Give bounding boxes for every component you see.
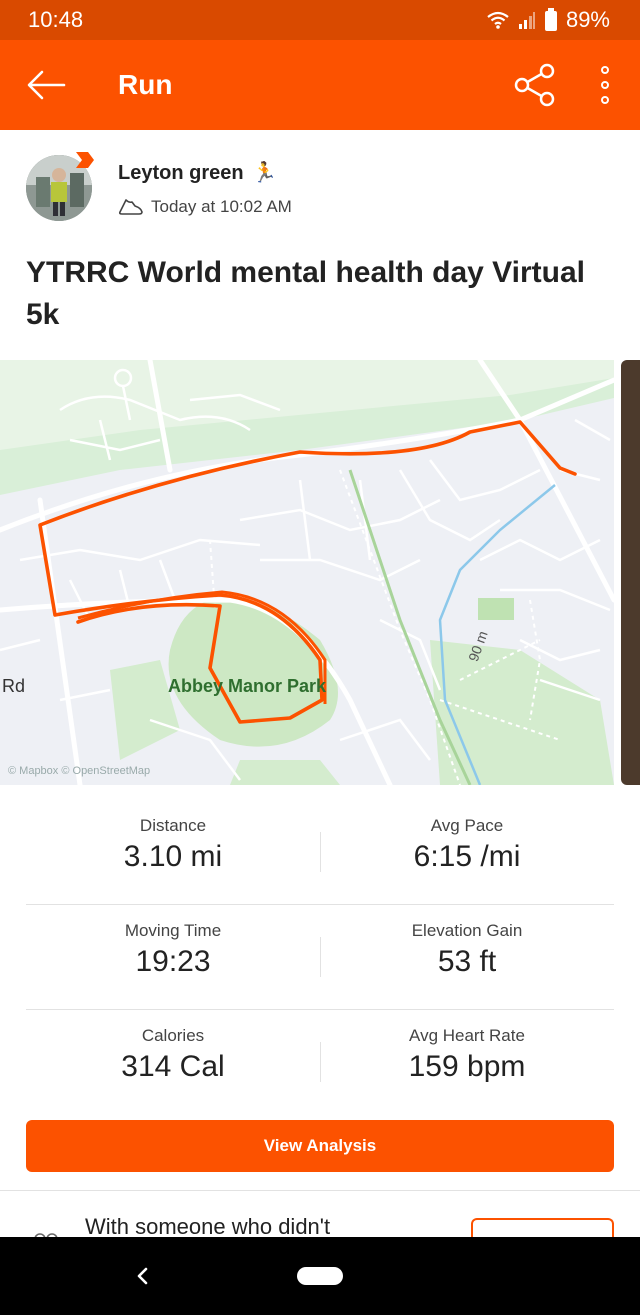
stat-elevation-gain: Elevation Gain 53 ft xyxy=(320,905,614,1010)
battery-percent: 89% xyxy=(565,7,610,32)
stats-row: Moving Time 19:23 Elevation Gain 53 ft xyxy=(26,905,614,1010)
nav-back-icon[interactable] xyxy=(130,1261,154,1291)
app-bar: Run xyxy=(0,40,640,130)
status-bar: 10:48 89% xyxy=(0,0,640,40)
stat-label: Avg Heart Rate xyxy=(409,1026,525,1045)
system-nav-bar xyxy=(0,1237,640,1315)
route-map[interactable]: Rd Abbey Manor Park 90 m © Mapbox © Open… xyxy=(0,360,614,785)
nav-home-pill[interactable] xyxy=(297,1267,343,1285)
more-options-button[interactable] xyxy=(590,62,620,108)
road-label: Rd xyxy=(2,676,26,696)
signal-icon xyxy=(518,12,535,29)
stat-moving-time: Moving Time 19:23 xyxy=(26,905,320,1010)
stat-value: 3.10 mi xyxy=(123,840,223,873)
more-vert-icon xyxy=(601,66,609,74)
subscriber-badge-icon xyxy=(76,152,94,168)
stat-distance: Distance 3.10 mi xyxy=(26,800,320,905)
stat-value: 314 Cal xyxy=(121,1050,225,1083)
stats-row: Distance 3.10 mi Avg Pace 6:15 /mi xyxy=(26,800,614,905)
activity-time: Today at 10:02 AM xyxy=(151,197,292,216)
stat-value: 53 ft xyxy=(437,945,497,978)
athlete-name[interactable]: Leyton green xyxy=(118,162,244,185)
activity-title: YTRRC World mental health day Virtual 5k xyxy=(26,256,585,331)
stat-value: 19:23 xyxy=(135,945,211,978)
back-arrow-icon xyxy=(27,70,66,100)
shoe-icon xyxy=(118,199,143,215)
stat-avg-pace: Avg Pace 6:15 /mi xyxy=(320,800,614,905)
map-canvas xyxy=(0,360,614,785)
view-analysis-button[interactable]: View Analysis xyxy=(26,1120,614,1172)
stat-label: Moving Time xyxy=(124,921,222,940)
status-time: 10:48 xyxy=(28,7,84,32)
stat-value: 159 bpm xyxy=(408,1050,526,1083)
stat-calories: Calories 314 Cal xyxy=(26,1010,320,1115)
stat-label: Distance xyxy=(139,816,207,835)
stat-value: 6:15 /mi xyxy=(413,840,521,873)
stat-label: Calories xyxy=(141,1026,205,1045)
page-title: Run xyxy=(118,69,173,100)
map-attribution[interactable]: © Mapbox © OpenStreetMap xyxy=(8,765,150,777)
share-icon xyxy=(514,63,555,107)
share-button[interactable] xyxy=(512,62,558,108)
stat-avg-heart-rate: Avg Heart Rate 159 bpm xyxy=(320,1010,614,1115)
wifi-icon xyxy=(487,11,509,29)
status-icons: 89% xyxy=(486,7,610,33)
runner-icon: 🏃 xyxy=(252,162,277,184)
back-button[interactable] xyxy=(24,65,68,105)
stat-label: Elevation Gain xyxy=(411,921,523,940)
stats-row: Calories 314 Cal Avg Heart Rate 159 bpm xyxy=(26,1010,614,1115)
park-label: Abbey Manor Park xyxy=(168,676,327,696)
next-photo-peek[interactable] xyxy=(621,360,640,785)
battery-icon xyxy=(544,8,557,31)
section-divider xyxy=(0,1190,640,1191)
stat-label: Avg Pace xyxy=(430,816,504,835)
